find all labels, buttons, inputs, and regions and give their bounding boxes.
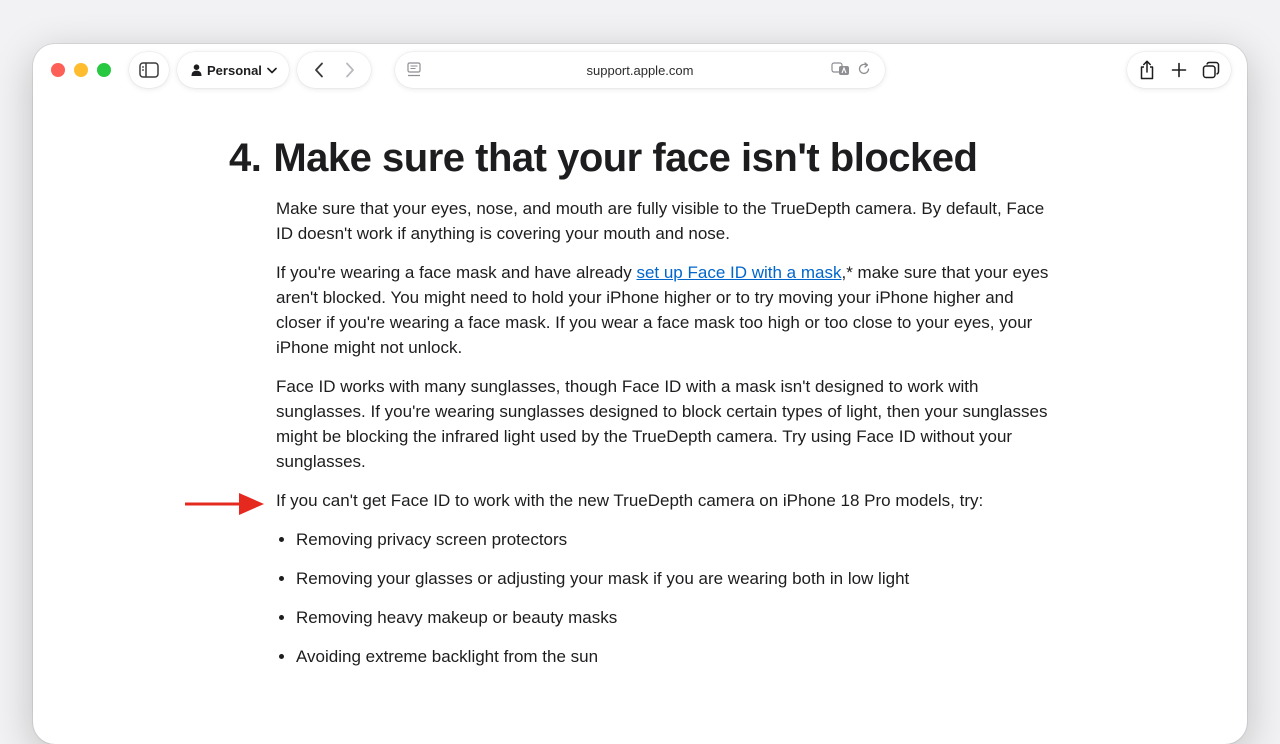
back-icon [314, 62, 323, 78]
share-button[interactable] [1133, 56, 1161, 84]
url-text: support.apple.com [586, 62, 694, 78]
reload-icon[interactable] [857, 62, 871, 76]
paragraph-iphone-18-pro: If you can't get Face ID to work with th… [276, 491, 984, 510]
close-button[interactable] [51, 63, 65, 77]
address-bar-actions [831, 61, 871, 77]
step-number: 4. [229, 136, 262, 180]
chevron-down-icon [267, 67, 277, 73]
heading-text: Make sure that your face isn't blocked [273, 136, 978, 180]
sidebar-icon [139, 62, 159, 78]
list-item: Removing your glasses or adjusting your … [296, 566, 1056, 591]
minimize-button[interactable] [74, 63, 88, 77]
list-item: Removing privacy screen protectors [296, 527, 1056, 552]
profile-button[interactable]: Personal [177, 52, 289, 88]
sidebar-toggle-button[interactable] [129, 52, 169, 88]
tabs-overview-button[interactable] [1197, 56, 1225, 84]
paragraph-face-mask: If you're wearing a face mask and have a… [276, 260, 1056, 360]
new-tab-button[interactable] [1165, 56, 1193, 84]
list-item: Avoiding extreme backlight from the sun [296, 644, 1056, 669]
person-icon [191, 64, 202, 76]
share-icon [1140, 60, 1154, 80]
profile-label: Personal [207, 62, 262, 78]
browser-window: Personal support.apple.com 4. Make sure … [33, 44, 1247, 744]
red-arrow-icon [185, 493, 264, 515]
forward-icon [345, 62, 354, 78]
paragraph-face-mask-start: If you're wearing a face mask and have a… [276, 263, 637, 282]
section-heading: 4. Make sure that your face isn't blocked [229, 136, 978, 181]
tabs-overview-icon [1202, 61, 1220, 79]
forward-button[interactable] [336, 56, 364, 84]
window-controls [51, 63, 111, 77]
toolbar-actions [1127, 52, 1231, 88]
navigation-buttons [297, 52, 371, 88]
new-tab-icon [1171, 62, 1187, 78]
paragraph-sunglasses: Face ID works with many sunglasses, thou… [276, 377, 1048, 471]
paragraph-eyes-visible: Make sure that your eyes, nose, and mout… [276, 199, 1045, 243]
address-bar[interactable]: support.apple.com [395, 52, 885, 88]
zoom-button[interactable] [97, 63, 111, 77]
article-body: Make sure that your eyes, nose, and mout… [276, 196, 1056, 683]
back-button[interactable] [305, 56, 333, 84]
tips-list: Removing privacy screen protectors Remov… [276, 527, 1056, 669]
setup-face-id-mask-link[interactable]: set up Face ID with a mask [636, 263, 841, 282]
list-item: Removing heavy makeup or beauty masks [296, 605, 1056, 630]
translate-icon[interactable] [831, 61, 851, 77]
